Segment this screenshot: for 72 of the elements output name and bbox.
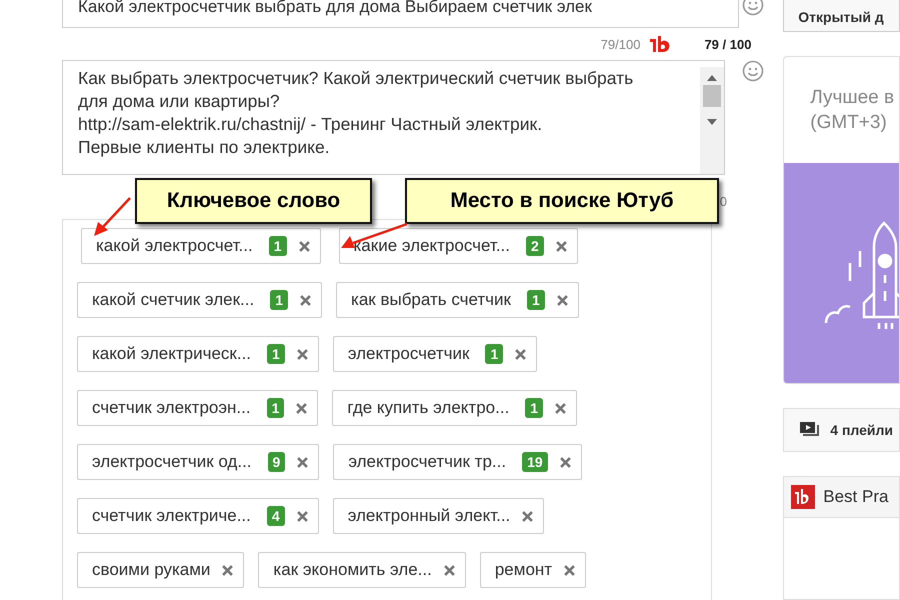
tubebuddy-logo-icon bbox=[791, 485, 816, 509]
tag-text: какой электросчет... bbox=[96, 236, 253, 256]
rank-badge: 19 bbox=[522, 452, 548, 472]
remove-icon[interactable] bbox=[555, 402, 566, 414]
rank-badge: 1 bbox=[525, 398, 544, 418]
remove-icon[interactable] bbox=[444, 564, 455, 576]
remove-icon[interactable] bbox=[296, 510, 308, 522]
remove-icon[interactable] bbox=[556, 240, 567, 252]
tag-chip[interactable]: своими руками bbox=[77, 552, 244, 588]
rank-badge: 1 bbox=[270, 290, 288, 310]
title-score: 79 / 100 bbox=[704, 36, 752, 52]
remove-icon[interactable] bbox=[564, 564, 576, 576]
tag-text: электронный элект... bbox=[348, 506, 510, 526]
callout: Ключевое слово bbox=[135, 178, 372, 224]
tag-text: где купить электро... bbox=[347, 398, 510, 418]
tag-text: электросчетчик тр... bbox=[348, 452, 506, 472]
remove-icon[interactable] bbox=[560, 456, 571, 468]
tubebuddy-logo-icon bbox=[648, 35, 672, 53]
rank-badge: 2 bbox=[526, 236, 544, 256]
smiley-icon[interactable] bbox=[742, 60, 764, 82]
tag-text: какие электросчет... bbox=[354, 236, 510, 256]
visibility-button[interactable]: Открытый д bbox=[783, 0, 900, 32]
callout: Место в поиске Ютуб bbox=[405, 178, 719, 224]
remove-icon[interactable] bbox=[296, 348, 308, 360]
card-title: Best Pra bbox=[823, 487, 888, 507]
description-field[interactable]: Как выбрать электросчетчик? Какой электрический счетчик выбрать для дома или квартиры? http://sam-elektrik.ru/chastnij/ - Тренинг Частный электрик. Первые клиенты по электрике. bbox=[62, 60, 726, 175]
rank-badge: 1 bbox=[526, 290, 545, 310]
tag-chip[interactable]: какой электрическ... 1 bbox=[77, 336, 319, 372]
character-counter: 79/100 bbox=[600, 36, 640, 52]
smiley-icon[interactable] bbox=[742, 0, 764, 16]
tag-text: как выбрать счетчик bbox=[351, 290, 511, 310]
tag-text: ремонт bbox=[494, 560, 552, 580]
scrollbar[interactable] bbox=[700, 67, 724, 174]
tag-text: своими руками bbox=[92, 560, 210, 580]
tag-chip[interactable]: какой электросчет... 1 bbox=[81, 228, 320, 264]
rank-badge: 1 bbox=[267, 344, 285, 364]
rank-badge: 4 bbox=[266, 506, 285, 526]
rank-badge: 1 bbox=[268, 236, 286, 256]
tag-chip[interactable]: как экономить эле... bbox=[258, 552, 466, 588]
tag-chip[interactable]: какой счетчик элек... 1 bbox=[77, 282, 322, 318]
remove-icon[interactable] bbox=[300, 294, 312, 306]
arrow bbox=[92, 196, 132, 238]
remove-icon[interactable] bbox=[556, 294, 568, 306]
tag-text: какой электрическ... bbox=[92, 344, 252, 364]
schedule-title: Лучшее в (GMT+3) bbox=[809, 86, 896, 135]
remove-icon[interactable] bbox=[515, 348, 526, 360]
remove-icon[interactable] bbox=[522, 510, 534, 522]
tag-chip[interactable]: как выбрать счетчик 1 bbox=[336, 282, 579, 318]
tag-chip[interactable]: электронный элект... bbox=[332, 498, 544, 534]
playlists-button[interactable]: 4 плейли bbox=[783, 408, 900, 452]
tag-text: как экономить эле... bbox=[273, 560, 432, 580]
tag-text: электросчетчик од... bbox=[92, 452, 252, 472]
playlist-icon bbox=[800, 422, 820, 438]
remove-icon[interactable] bbox=[298, 240, 310, 252]
tag-text: какой счетчик элек... bbox=[92, 290, 254, 310]
tag-text: счетчик электриче... bbox=[92, 506, 251, 526]
remove-icon[interactable] bbox=[296, 402, 308, 414]
tag-text: электросчетчик bbox=[348, 344, 470, 364]
remove-icon[interactable] bbox=[297, 456, 308, 468]
rank-badge: 1 bbox=[485, 344, 504, 364]
tag-chip[interactable]: электросчетчик тр... 19 bbox=[333, 444, 582, 480]
tag-chip[interactable]: ремонт bbox=[480, 552, 586, 588]
tag-chip[interactable]: электросчетчик 1 bbox=[332, 336, 538, 372]
remove-icon[interactable] bbox=[222, 564, 234, 576]
tag-chip[interactable]: счетчик электроэн... 1 bbox=[77, 390, 318, 426]
tag-chip[interactable]: счетчик электриче... 4 bbox=[77, 498, 319, 534]
tag-chip[interactable]: где купить электро... 1 bbox=[332, 390, 578, 426]
tag-chip[interactable]: какие электросчет... 2 bbox=[338, 228, 578, 264]
rank-badge: 9 bbox=[268, 452, 286, 472]
tag-chip[interactable]: электросчетчик од... 9 bbox=[77, 444, 320, 480]
rank-badge: 1 bbox=[266, 398, 284, 418]
tag-text: счетчик электроэн... bbox=[92, 398, 251, 418]
